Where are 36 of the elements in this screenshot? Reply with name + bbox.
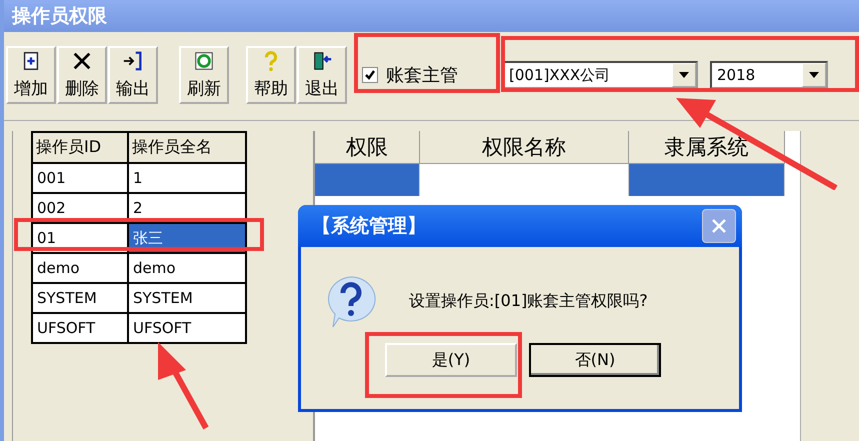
toolbar-button[interactable]: 帮助 [246,46,296,104]
window-title: 操作员权限 [12,4,107,29]
account-dropdown[interactable]: [001]XXX公司 [502,61,698,89]
table-cell[interactable]: demo [32,253,128,283]
master-checkbox[interactable]: 账套主管 [362,63,458,87]
dialog-button[interactable]: 否(N) [529,343,661,377]
table-cell[interactable]: UFSOFT [32,313,128,343]
checkbox-label: 账套主管 [386,64,458,87]
delete-icon [71,50,93,72]
exit-door-icon [311,50,333,72]
dialog-title: 【系统管理】 [312,214,426,239]
export-arrow-icon [122,50,144,72]
toolbar-button[interactable]: 退出 [297,46,347,104]
toolbar-button[interactable]: 刷新 [179,46,229,104]
year-dropdown[interactable]: 2018 [710,61,828,89]
dialog-message: 设置操作员:[01]账套主管权限吗? [409,290,648,312]
toolbar-button[interactable]: 输出 [108,46,158,104]
table-cell[interactable]: SYSTEM [128,283,246,313]
table-cell[interactable]: SYSTEM [32,283,128,313]
table-cell[interactable]: demo [128,253,246,283]
column-header[interactable]: 权限名称 [420,131,630,164]
checkbox[interactable] [362,67,378,83]
dialog-button[interactable]: 是(Y) [385,343,517,377]
toolbar-button[interactable]: 增加 [6,46,56,104]
toolbar-button[interactable]: 删除 [57,46,107,104]
table-cell[interactable]: 1 [128,163,246,193]
column-header[interactable]: 隶属系统 [629,131,785,164]
column-header[interactable]: 操作员全名 [128,132,246,163]
table-cell[interactable]: UFSOFT [128,313,246,343]
grid-row[interactable] [315,164,785,196]
refresh-icon [193,50,215,72]
column-header[interactable]: 权限 [315,131,420,164]
column-header[interactable]: 操作员ID [32,132,128,163]
table-cell[interactable]: 002 [32,193,128,223]
table-cell[interactable]: 001 [32,163,128,193]
table-cell[interactable]: 01 [32,223,128,253]
